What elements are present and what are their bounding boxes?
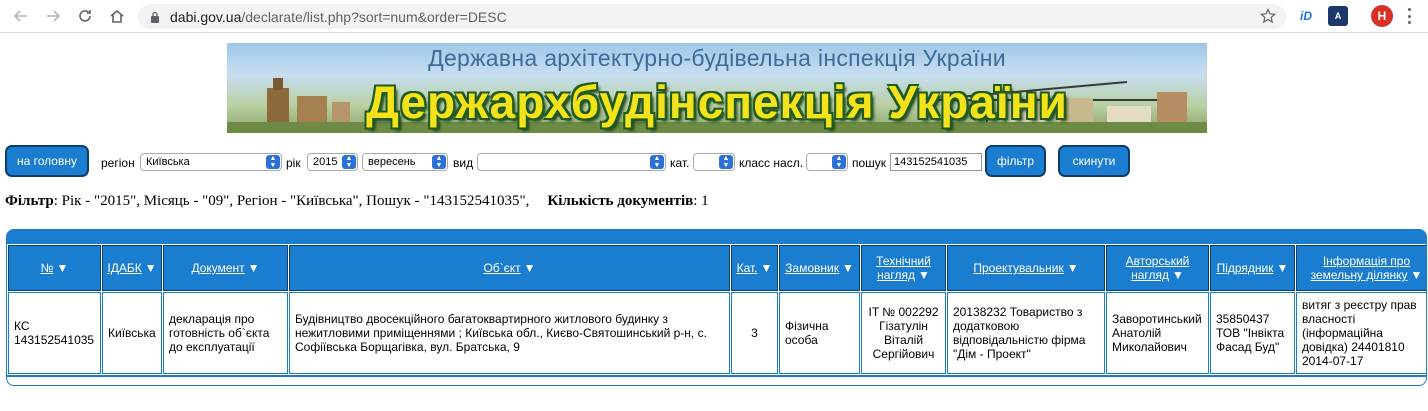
sort-triangle-icon[interactable]: ▼ [145, 261, 157, 275]
reload-icon[interactable] [74, 5, 96, 27]
filter-summary-text: : Рік - "2015", Місяць - "09", Регіон - … [53, 193, 530, 209]
table-row: КС 143152541035 Київська декларація про … [8, 292, 1426, 374]
category-select[interactable]: ▲ ▼ [693, 153, 735, 171]
year-select[interactable]: 2015 ▲ ▼ [307, 153, 358, 171]
sort-link-document[interactable]: Документ [191, 261, 244, 275]
sort-link-contractor[interactable]: Підрядник [1217, 261, 1274, 275]
address-bar[interactable]: dabi.gov.ua/declarate/list.php?sort=num&… [138, 4, 1286, 29]
year-select-value: 2015 [313, 156, 338, 168]
sort-triangle-icon[interactable]: ▼ [761, 261, 773, 275]
column-header-designer[interactable]: Проектувальник ▼ [947, 245, 1105, 291]
sort-triangle-icon[interactable]: ▼ [1411, 268, 1423, 282]
table-header-row: № ▼ ІДАБК ▼ Документ ▼ Об`єкт ▼ Кат. ▼ Замовн… [8, 245, 1426, 291]
cell-category: 3 [731, 292, 778, 374]
select-arrows-icon: ▲ ▼ [832, 155, 846, 169]
lock-icon [151, 11, 159, 23]
browser-toolbar: dabi.gov.ua/declarate/list.php?sort=num&… [0, 0, 1428, 33]
cell-land-info: витяг з реєстру прав власності (інформац… [1296, 292, 1426, 374]
table-footer [7, 376, 1426, 385]
sort-link-idabk[interactable]: ІДАБК [107, 261, 141, 275]
reset-button[interactable]: скинути [1058, 145, 1130, 177]
documents-table: № ▼ ІДАБК ▼ Документ ▼ Об`єкт ▼ Кат. ▼ Замовн… [7, 244, 1426, 375]
sort-link-designer[interactable]: Проектувальник [973, 261, 1063, 275]
url-path: /declarate/list.php?sort=num&order=DESC [241, 8, 507, 25]
cell-designer: 20138232 Товариство з додатковою відпові… [947, 292, 1105, 374]
sort-triangle-icon[interactable]: ▼ [1277, 261, 1289, 275]
type-label: вид [453, 156, 474, 170]
browser-menu-icon[interactable] [1406, 8, 1412, 24]
banner-subtitle: Державна архітектурно-будівельна інспекц… [428, 45, 1006, 71]
column-header-land-info[interactable]: Інформація про земельну ділянку ▼ [1296, 245, 1426, 291]
column-header-idabk[interactable]: ІДАБК ▼ [102, 245, 162, 291]
cell-contractor: 35850437 ТОВ "Інвікта Фасад Буд" [1210, 292, 1295, 374]
sort-triangle-icon[interactable]: ▼ [1067, 261, 1079, 275]
sort-triangle-icon[interactable]: ▼ [524, 261, 536, 275]
documents-table-container: № ▼ ІДАБК ▼ Документ ▼ Об`єкт ▼ Кат. ▼ Замовн… [6, 229, 1427, 386]
category-label: кат. [670, 156, 690, 170]
filter-button[interactable]: фільтр [985, 145, 1046, 177]
class-select[interactable]: ▲ ▼ [806, 153, 848, 171]
year-label: рік [286, 156, 301, 170]
cell-author-supervision: Заворотинський Анатолій Миколайович [1106, 292, 1209, 374]
select-arrows-icon: ▲ ▼ [432, 155, 446, 169]
sort-link-land-info[interactable]: Інформація про земельну ділянку [1311, 254, 1411, 282]
cell-idabk: Київська [102, 292, 162, 374]
document-count-label: Кількість документів [547, 193, 694, 209]
column-header-object[interactable]: Об`єкт ▼ [289, 245, 730, 291]
region-label: регіон [101, 156, 135, 170]
filter-bar: на головну регіон Київська ▲ ▼ рік 2015 ▲… [5, 145, 1425, 179]
back-arrow-icon[interactable] [10, 5, 32, 27]
select-arrows-icon: ▲ ▼ [719, 155, 733, 169]
region-select[interactable]: Київська ▲ ▼ [140, 153, 282, 171]
sort-triangle-icon[interactable]: ▼ [1172, 268, 1184, 282]
cell-tech-supervision: IT № 002292 Гізатулін Віталій Сергійович [861, 292, 946, 374]
select-arrows-icon: ▲ ▼ [266, 155, 280, 169]
class-label: класс насл. [739, 156, 804, 170]
forward-arrow-icon[interactable] [42, 5, 64, 27]
sort-triangle-icon[interactable]: ▼ [56, 261, 68, 275]
extension-icon[interactable]: A [1328, 6, 1348, 26]
column-header-document[interactable]: Документ ▼ [163, 245, 288, 291]
sort-link-customer[interactable]: Замовник [785, 261, 839, 275]
sort-link-category[interactable]: Кат. [737, 261, 758, 275]
column-header-contractor[interactable]: Підрядник ▼ [1210, 245, 1295, 291]
month-select-value: вересень [368, 156, 416, 168]
filter-summary-label: Фільтр [5, 193, 54, 209]
site-banner: Державна архітектурно-будівельна інспекц… [227, 43, 1207, 133]
sort-triangle-icon[interactable]: ▼ [248, 261, 260, 275]
sort-triangle-icon[interactable]: ▼ [842, 261, 854, 275]
cell-object: Будівництво двосекційного багатоквартирн… [289, 292, 730, 374]
document-count-value: : 1 [693, 193, 709, 209]
url-text: dabi.gov.ua/declarate/list.php?sort=num&… [170, 9, 507, 25]
cell-document: декларація про готовність об`єкта до екс… [163, 292, 288, 374]
profile-avatar[interactable]: H [1371, 5, 1393, 27]
url-host: dabi.gov.ua [170, 8, 242, 25]
month-select[interactable]: вересень ▲ ▼ [362, 153, 448, 171]
search-label: пошук [852, 156, 887, 170]
type-select[interactable]: ▲ ▼ [477, 153, 666, 171]
column-header-tech-supervision[interactable]: Технічний нагляд ▼ [861, 245, 946, 291]
column-header-category[interactable]: Кат. ▼ [731, 245, 778, 291]
sort-link-num[interactable]: № [41, 261, 54, 275]
select-arrows-icon: ▲ ▼ [650, 155, 664, 169]
home-icon[interactable] [106, 5, 128, 27]
sort-link-object[interactable]: Об`єкт [483, 261, 520, 275]
column-header-customer[interactable]: Замовник ▼ [779, 245, 860, 291]
column-header-num[interactable]: № ▼ [8, 245, 101, 291]
bookmark-star-icon[interactable] [1260, 8, 1276, 24]
cell-num: КС 143152541035 [8, 292, 101, 374]
column-header-author-supervision[interactable]: Авторський нагляд ▼ [1106, 245, 1209, 291]
cell-customer: Фізична особа [779, 292, 860, 374]
select-arrows-icon: ▲ ▼ [342, 155, 356, 169]
banner-title: Держархбудінспекція України [366, 76, 1068, 128]
extension-id-icon[interactable]: iD [1296, 6, 1316, 26]
search-input[interactable]: 143152541035 [890, 153, 982, 171]
region-select-value: Київська [146, 156, 190, 168]
home-button[interactable]: на головну [5, 145, 89, 177]
sort-triangle-icon[interactable]: ▼ [918, 268, 930, 282]
filter-summary: Фільтр: Рік - "2015", Місяць - "09", Рег… [5, 193, 709, 210]
